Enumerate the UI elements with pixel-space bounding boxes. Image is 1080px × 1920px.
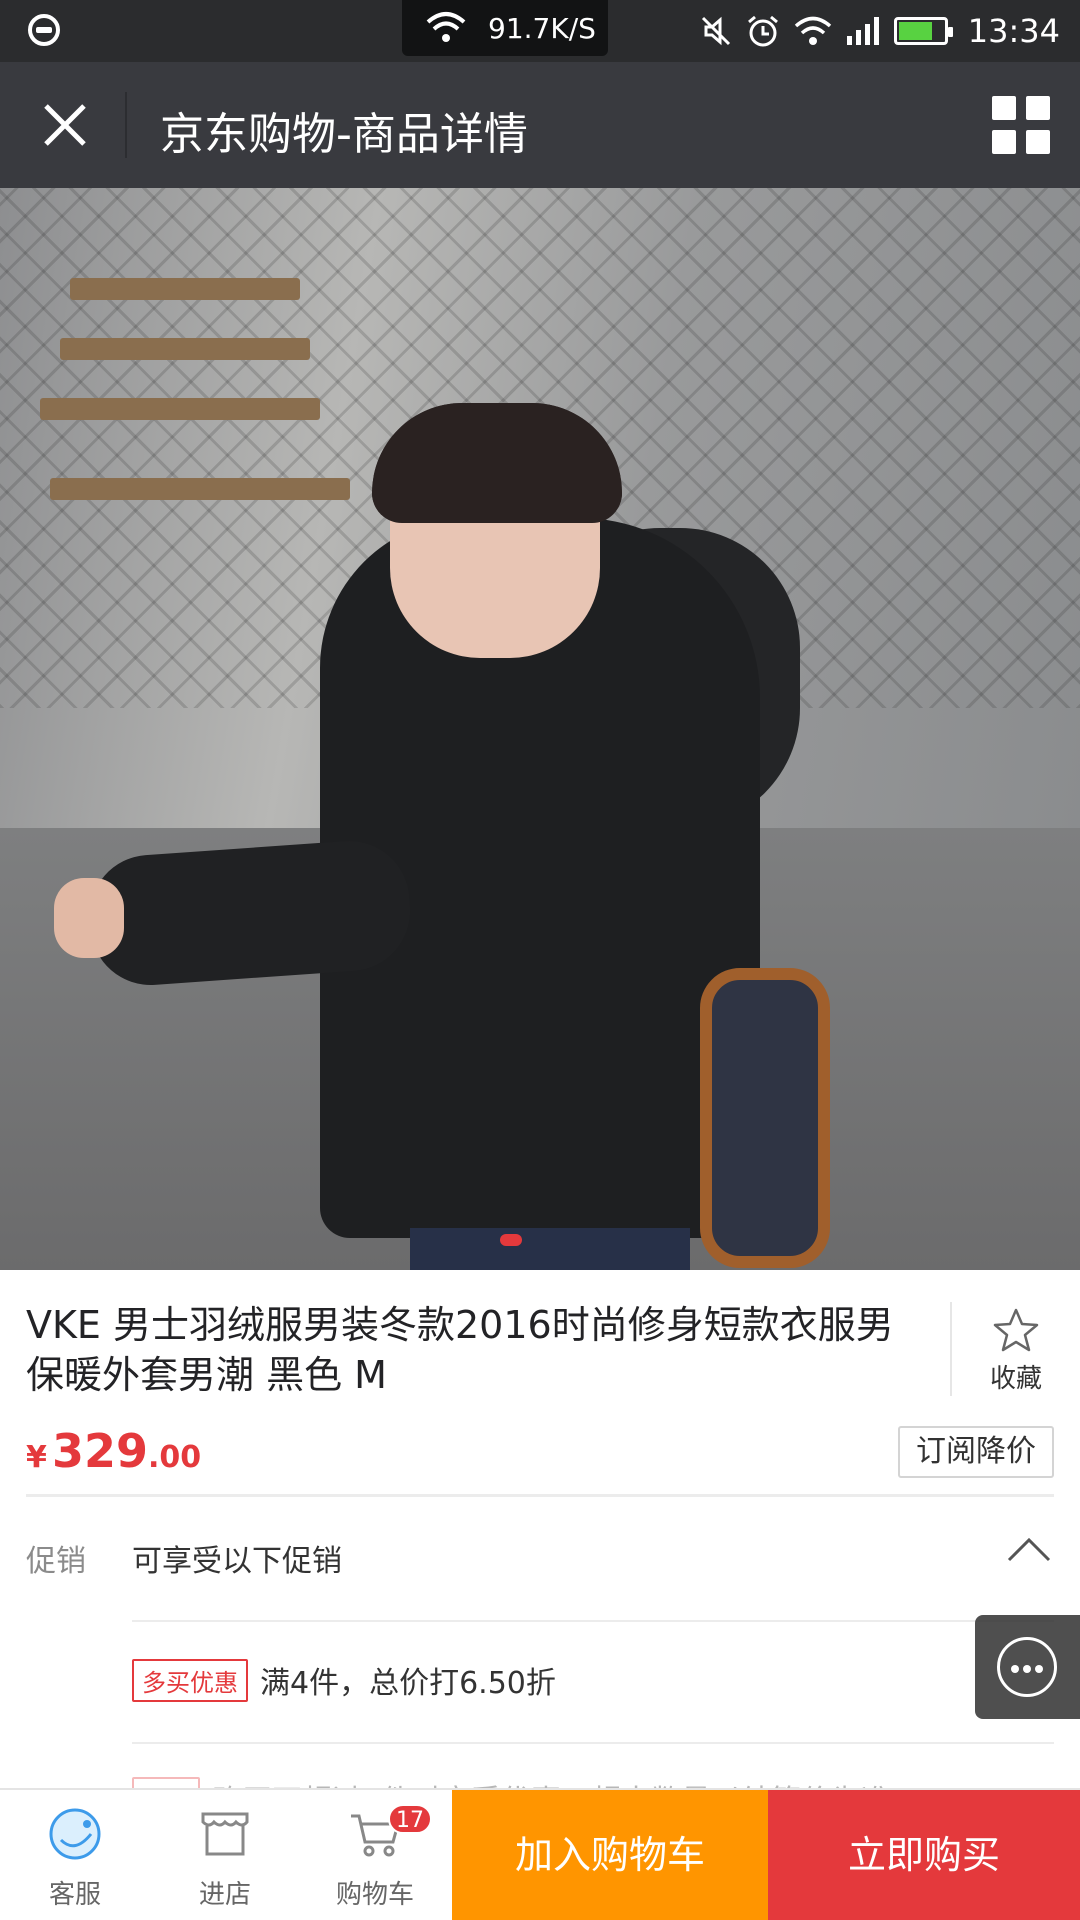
customer-service-label: 客服 — [48, 1880, 101, 1910]
promotion-label: 促销 — [26, 1544, 86, 1579]
price-currency: ¥ — [26, 1440, 47, 1475]
chevron-up-icon — [1007, 1537, 1051, 1562]
model-hair-front — [372, 403, 622, 523]
background-bench — [70, 278, 300, 300]
mute-icon — [701, 16, 730, 46]
more-icon-dot — [1011, 1665, 1019, 1673]
promotion-item[interactable]: 多买优惠 满4件，总价打6.50折 — [132, 1658, 556, 1702]
model-jeans — [410, 1228, 690, 1270]
page-title: 京东购物-商品详情 — [160, 109, 528, 160]
store-icon — [197, 1806, 253, 1862]
favorite-label: 收藏 — [989, 1364, 1042, 1394]
model-backpack — [700, 968, 830, 1268]
cart-count-badge: 17 — [388, 1804, 432, 1834]
cell-signal-icon — [846, 17, 879, 45]
jacket-sleeve — [85, 836, 415, 990]
grid-menu-button[interactable] — [988, 92, 1054, 158]
status-bar: 91.7K/S 13:34 — [0, 0, 1080, 62]
promotion-header[interactable]: 可享受以下促销 — [132, 1536, 342, 1580]
app-notification-icon — [28, 14, 60, 46]
close-button[interactable] — [26, 86, 104, 164]
enter-store-button[interactable]: 进店 — [150, 1790, 300, 1920]
promotion-tag: 多买优惠 — [132, 1658, 248, 1702]
grid-menu-icon — [992, 96, 1016, 120]
divider — [132, 1620, 1054, 1622]
customer-service-icon — [47, 1806, 103, 1862]
model-hand — [54, 878, 124, 958]
battery-icon — [893, 17, 953, 45]
product-price: ¥ 329.00 — [26, 1424, 201, 1478]
wifi-signal-icon — [794, 16, 831, 45]
favorite-button[interactable]: 收藏 — [970, 1308, 1062, 1398]
status-icons: 13:34 — [700, 10, 1060, 52]
buy-now-button[interactable]: 立即购买 — [768, 1790, 1080, 1920]
more-icon-dot — [1023, 1665, 1031, 1673]
carousel-indicator — [500, 1234, 522, 1246]
price-drop-subscribe-button[interactable]: 订阅降价 — [898, 1426, 1054, 1478]
cart-button[interactable]: 17 购物车 — [300, 1790, 450, 1920]
more-icon-dot — [1035, 1665, 1043, 1673]
divider — [132, 1742, 1054, 1744]
enter-store-label: 进店 — [198, 1880, 251, 1910]
add-to-cart-button[interactable]: 加入购物车 — [452, 1790, 768, 1920]
clock: 13:34 — [967, 12, 1060, 50]
customer-service-button[interactable]: 客服 — [0, 1790, 150, 1920]
carousel-dot-active — [500, 1234, 522, 1246]
background-bench — [50, 478, 350, 500]
network-speed-text: 91.7K/S — [488, 12, 596, 45]
close-icon — [44, 104, 86, 146]
divider — [26, 1494, 1054, 1497]
wifi-icon — [426, 12, 466, 42]
cart-label: 购物车 — [335, 1880, 414, 1910]
background-bench — [60, 338, 310, 360]
promotion-text: 满4件，总价打6.50折 — [260, 1666, 556, 1701]
grid-menu-icon-cell — [1026, 130, 1050, 154]
price-decimal: .00 — [148, 1440, 202, 1475]
battery-level — [898, 22, 932, 40]
floating-more-button[interactable] — [975, 1615, 1080, 1719]
background-bench — [40, 398, 320, 420]
grid-menu-icon-cell — [992, 130, 1016, 154]
title-divider — [125, 92, 127, 158]
bottom-action-bar: 客服 进店 17 购物车 加入购物车 立即购买 — [0, 1788, 1080, 1920]
product-image-carousel[interactable] — [0, 188, 1080, 1270]
title-bar: 京东购物-商品详情 — [0, 62, 1080, 188]
network-speed-indicator: 91.7K/S — [402, 0, 608, 56]
price-integer: 329 — [51, 1424, 148, 1478]
alarm-icon — [747, 15, 778, 47]
grid-menu-icon-cell — [1026, 96, 1050, 120]
product-title: VKE 男士羽绒服男装冬款2016时尚修身短款衣服男保暖外套男潮 黑色 M — [26, 1303, 894, 1397]
favorite-divider — [950, 1302, 952, 1396]
star-icon — [993, 1308, 1039, 1352]
promotion-collapse-toggle[interactable] — [1006, 1534, 1052, 1568]
